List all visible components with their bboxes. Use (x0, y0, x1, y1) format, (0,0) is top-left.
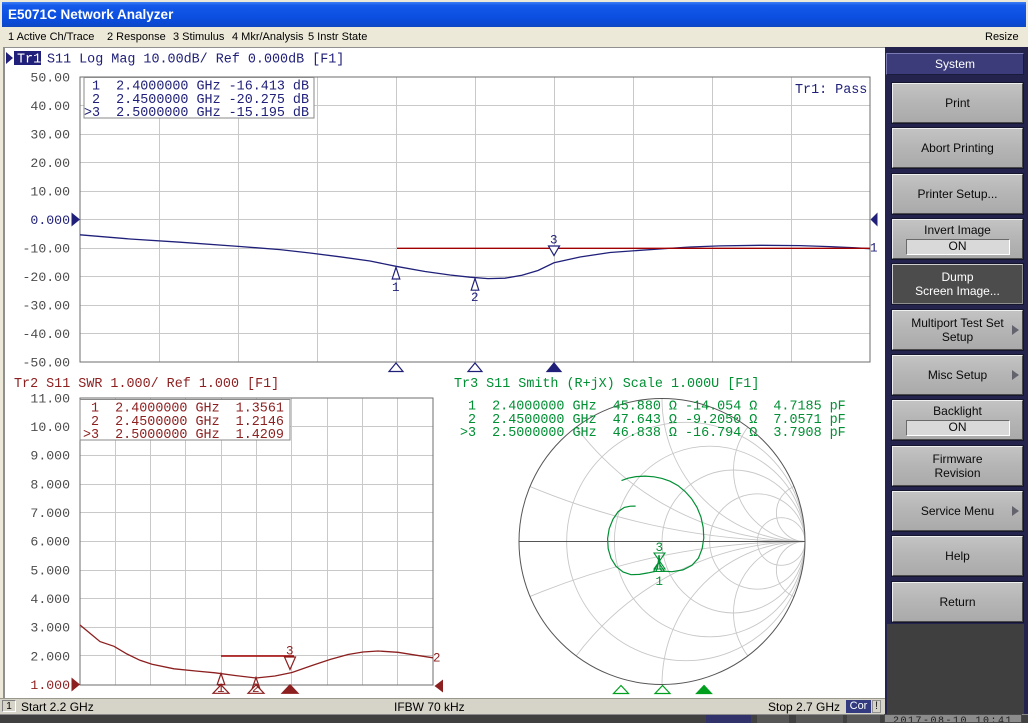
svg-text:>3 2.5000000 GHz 1.4209: >3 2.5000000 GHz 1.4209 (83, 428, 284, 443)
svg-text:-10.00: -10.00 (23, 242, 71, 257)
svg-text:11.00: 11.00 (30, 392, 70, 407)
svg-text:Tr1: Tr1 (17, 53, 41, 68)
svg-text:4.000: 4.000 (30, 592, 70, 607)
svg-text:3: 3 (656, 541, 664, 555)
svg-text:8.000: 8.000 (30, 478, 70, 493)
svg-text:>3 2.5000000 GHz 46.838 Ω -1: >3 2.5000000 GHz 46.838 Ω -16.794 Ω 3.79… (460, 426, 846, 441)
svg-text:10.00: 10.00 (30, 420, 70, 435)
svg-text:0.000: 0.000 (30, 213, 70, 228)
svg-text:3: 3 (286, 645, 294, 659)
svg-text:10.00: 10.00 (30, 185, 70, 200)
svg-text:Tr1: Pass: Tr1: Pass (795, 83, 867, 98)
svg-text:5.000: 5.000 (30, 564, 70, 579)
svg-text:7.000: 7.000 (30, 506, 70, 521)
svg-text:20.00: 20.00 (30, 156, 70, 171)
svg-text:3: 3 (550, 234, 558, 248)
svg-text:6.000: 6.000 (30, 535, 70, 550)
svg-text:3.000: 3.000 (30, 621, 70, 636)
svg-text:-50.00: -50.00 (23, 356, 71, 371)
svg-text:1: 1 (392, 281, 400, 295)
svg-text:2.000: 2.000 (30, 650, 70, 665)
svg-text:1: 1 (217, 682, 225, 696)
svg-text:2: 2 (471, 291, 479, 305)
svg-text:-30.00: -30.00 (23, 299, 71, 314)
svg-text:50.00: 50.00 (30, 71, 70, 86)
svg-text:1: 1 (656, 575, 664, 589)
svg-text:40.00: 40.00 (30, 99, 70, 114)
svg-text:-40.00: -40.00 (23, 327, 71, 342)
svg-text:30.00: 30.00 (30, 128, 70, 143)
svg-text:2: 2 (252, 682, 260, 696)
svg-text:1.000: 1.000 (30, 678, 70, 693)
svg-text:Tr3 S11 Smith (R+jX) Scale 1.0: Tr3 S11 Smith (R+jX) Scale 1.000U [F1] (454, 377, 759, 392)
svg-text:9.000: 9.000 (30, 449, 70, 464)
svg-text:>3 2.5000000 GHz -15.195 dB: >3 2.5000000 GHz -15.195 dB (84, 106, 309, 121)
svg-text:1: 1 (870, 242, 878, 256)
svg-text:Tr2 S11 SWR 1.000/ Ref 1.000 [: Tr2 S11 SWR 1.000/ Ref 1.000 [F1] (14, 377, 279, 392)
svg-text:2: 2 (433, 652, 441, 666)
svg-text:-20.00: -20.00 (23, 270, 71, 285)
svg-text:S11 Log Mag 10.00dB/ Ref 0.000: S11 Log Mag 10.00dB/ Ref 0.000dB [F1] (47, 53, 344, 68)
